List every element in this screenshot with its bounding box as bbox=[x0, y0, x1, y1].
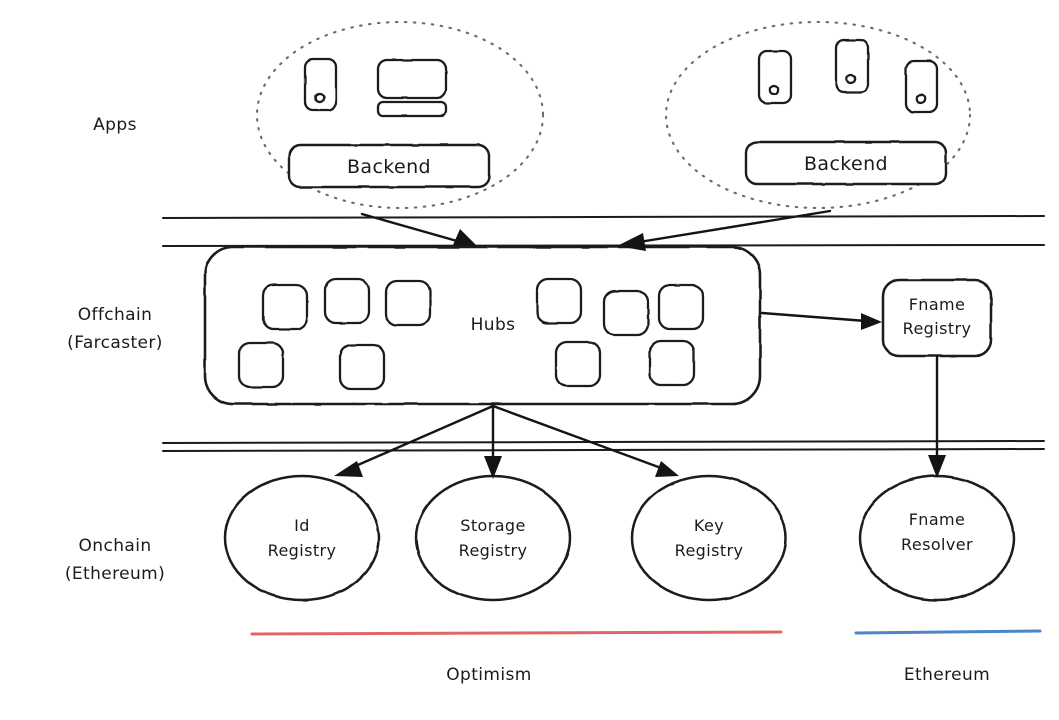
row-label-onchain-line1: Onchain bbox=[79, 536, 152, 556]
storage-registry-label-line1: Storage bbox=[460, 516, 525, 535]
row-label-apps: Apps bbox=[93, 115, 137, 135]
id-registry-label-line2: Registry bbox=[268, 541, 337, 560]
optimism-label: Optimism bbox=[446, 665, 531, 685]
key-registry-label-line1: Key bbox=[694, 516, 724, 535]
key-registry-label-line2: Registry bbox=[675, 541, 744, 560]
fname-resolver-label-line1: Fname bbox=[909, 510, 966, 529]
diagram-text: Apps Offchain (Farcaster) Onchain (Ether… bbox=[65, 115, 990, 685]
row-label-onchain-line2: (Ethereum) bbox=[65, 564, 165, 584]
backend-label-left: Backend bbox=[347, 156, 431, 178]
storage-registry-label-line2: Registry bbox=[459, 541, 528, 560]
diagram-canvas: Apps Offchain (Farcaster) Onchain (Ether… bbox=[0, 0, 1059, 720]
backend-label-right: Backend bbox=[804, 153, 888, 175]
hubs-label: Hubs bbox=[471, 315, 516, 335]
row-label-offchain-line2: (Farcaster) bbox=[67, 333, 163, 353]
id-registry-label-line1: Id bbox=[294, 516, 310, 535]
fname-resolver-label-line2: Resolver bbox=[901, 535, 973, 554]
ethereum-label: Ethereum bbox=[904, 665, 990, 685]
row-label-offchain-line1: Offchain bbox=[78, 305, 153, 325]
fname-registry-label-line1: Fname bbox=[909, 295, 966, 314]
fname-registry-label-line2: Registry bbox=[903, 319, 972, 338]
